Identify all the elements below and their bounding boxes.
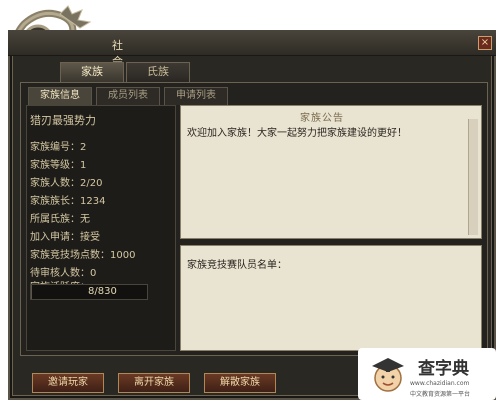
leave-family-button[interactable]: 离开家族 bbox=[118, 373, 190, 393]
activity-value: 8/830 bbox=[88, 286, 117, 297]
notice-title: 家族公告 bbox=[300, 113, 344, 124]
family-id: 家族编号：2 bbox=[30, 142, 87, 153]
family-leader: 家族族长：1234 bbox=[30, 196, 106, 207]
roster-label: 家族竞技赛队员名单： bbox=[187, 260, 287, 271]
notice-scrollbar[interactable] bbox=[468, 119, 478, 235]
tab-family[interactable]: 家族 bbox=[60, 62, 124, 82]
invite-player-button[interactable]: 邀请玩家 bbox=[32, 373, 104, 393]
family-name: 猎刃最强势力 bbox=[30, 114, 96, 127]
tab-family-info[interactable]: 家族信息 bbox=[28, 87, 92, 105]
family-clan: 所属氏族：无 bbox=[30, 214, 90, 225]
join-application: 加入申请：接受 bbox=[30, 232, 100, 243]
tab-application-list[interactable]: 申请列表 bbox=[164, 87, 228, 105]
arena-points: 家族竞技场点数：1000 bbox=[30, 250, 136, 261]
watermark-url: www.chazidian.com bbox=[410, 380, 470, 387]
scholar-avatar-icon bbox=[372, 358, 404, 392]
watermark-subtitle: 中文教育资源第一平台 bbox=[410, 391, 471, 398]
notice-text[interactable]: 欢迎加入家族！大家一起努力把家族建设的更好！ bbox=[187, 124, 407, 139]
pending-review: 待审核人数：0 bbox=[30, 268, 97, 279]
window-titlebar[interactable] bbox=[8, 30, 496, 56]
disband-family-button[interactable]: 解散家族 bbox=[204, 373, 276, 393]
tab-clan[interactable]: 氏族 bbox=[126, 62, 190, 82]
family-member-count: 家族人数：2/20 bbox=[30, 178, 103, 189]
family-level: 家族等级：1 bbox=[30, 160, 87, 171]
close-button[interactable]: × bbox=[478, 36, 492, 50]
tab-member-list[interactable]: 成员列表 bbox=[96, 87, 160, 105]
activity-progress-fill bbox=[31, 285, 33, 299]
watermark-title: 查字典 bbox=[418, 359, 469, 379]
